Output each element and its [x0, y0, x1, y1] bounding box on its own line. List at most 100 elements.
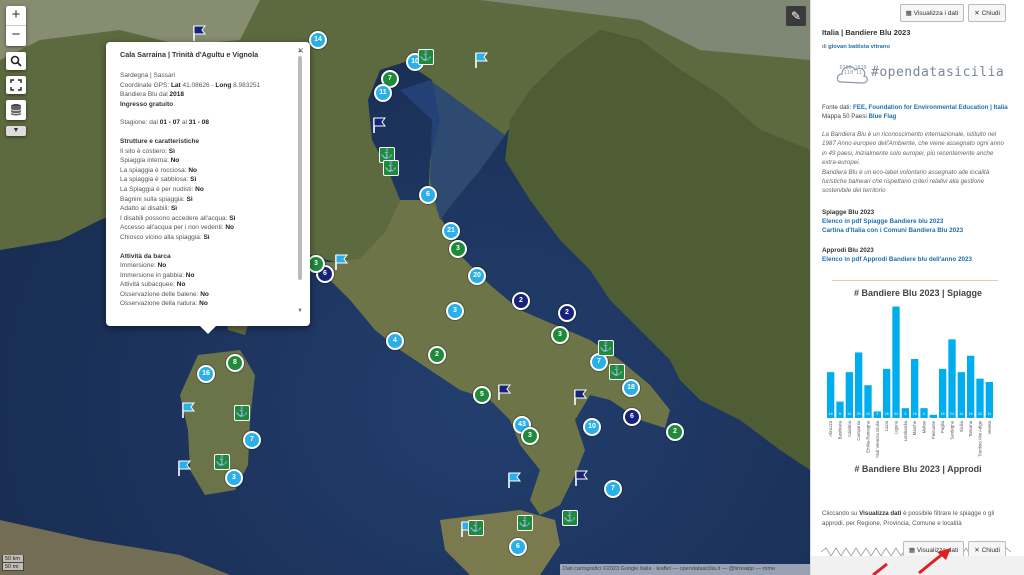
flag-pin-icon[interactable]	[177, 460, 191, 476]
bar-liguria[interactable]	[892, 306, 900, 418]
structure-row: Adatto ai disabili: Sì	[120, 205, 178, 213]
bar-lazio[interactable]	[883, 368, 891, 418]
cluster-marker[interactable]: 18	[622, 379, 640, 397]
cluster-marker[interactable]: 8	[226, 354, 244, 372]
flag-pin-icon[interactable]	[573, 389, 587, 405]
x-tick-label: Lombardia	[903, 420, 908, 441]
beaches-section: Spiagge Blu 2023 Elenco in pdf Spiagge B…	[822, 209, 964, 235]
boat-activity-row: Immersione: No	[120, 262, 167, 270]
popup-scrollbar[interactable]	[298, 56, 302, 280]
flag-pin-icon[interactable]	[334, 254, 348, 270]
boat-activity-row: Immersione in gabbia: No	[120, 271, 195, 279]
cluster-marker[interactable]: 6	[419, 186, 437, 204]
cluster-marker[interactable]: 3	[449, 240, 467, 258]
panel-footer-text: Cliccando su Visualizza dati è possibile…	[822, 510, 995, 527]
logo-bits: 0110 1010 110 11	[839, 65, 867, 76]
popup-entry: Ingresso gratuito	[120, 100, 174, 108]
ports-pdf-link[interactable]: Elenco in pdf Approdi Bandiere blu dell'…	[822, 255, 972, 264]
flag-pin-icon[interactable]	[372, 117, 386, 133]
cluster-marker[interactable]: 14	[309, 31, 327, 49]
structure-row: I disabili possono accedere all'acqua: S…	[120, 214, 236, 222]
marina-anchor-icon[interactable]: ⚓	[418, 49, 434, 65]
panel-sources: Fonte dati: FEE, Foundation for Environm…	[822, 104, 1008, 120]
marina-anchor-icon[interactable]: ⚓	[598, 340, 614, 356]
popup-flag-since: Bandiera Blu dal 2018	[120, 91, 184, 99]
beaches-pdf-link[interactable]: Elenco in pdf Spiagge Bandiere blu 2023	[822, 217, 963, 226]
flag-pin-icon[interactable]	[507, 472, 521, 488]
zoom-in-button[interactable]: +	[6, 6, 26, 26]
cluster-marker[interactable]: 11	[374, 84, 392, 102]
cluster-marker[interactable]: 6	[509, 538, 527, 556]
table-icon: ▦	[905, 10, 912, 17]
marina-anchor-icon[interactable]: ⚓	[234, 405, 250, 421]
flag-pin-icon[interactable]	[497, 384, 511, 400]
x-tick-label: Molise	[922, 420, 927, 433]
flag-pin-icon[interactable]	[574, 470, 588, 486]
panel-author: di giovan battista vitrano	[822, 44, 890, 50]
bar-value-label: 19	[969, 412, 973, 416]
marina-anchor-icon[interactable]: ⚓	[562, 510, 578, 526]
marina-anchor-icon[interactable]: ⚓	[468, 520, 484, 536]
cluster-marker[interactable]: 3	[446, 302, 464, 320]
bar-puglia[interactable]	[939, 368, 947, 418]
zoom-out-button[interactable]: −	[6, 26, 26, 46]
structure-row: La Spiaggia è per nudisti: No	[120, 185, 204, 193]
structure-row: Il sito è costiero: Sì	[120, 147, 175, 155]
bar-campania[interactable]	[855, 352, 863, 418]
cluster-marker[interactable]: 7	[604, 480, 622, 498]
flag-pin-icon[interactable]	[474, 52, 488, 68]
cluster-marker[interactable]: 2	[558, 304, 576, 322]
bar-value-label: 14	[829, 412, 833, 416]
bar-value-label: 5	[839, 412, 841, 416]
map-attribution[interactable]: Dati cartografici ©2023 Google Italia · …	[560, 564, 810, 575]
structure-row: Accesso all'acqua per i non vedenti: No	[120, 224, 234, 232]
marina-anchor-icon[interactable]: ⚓	[214, 454, 230, 470]
bar-marche[interactable]	[911, 359, 919, 418]
flag-pin-icon[interactable]	[192, 25, 206, 41]
bar-toscana[interactable]	[967, 355, 975, 418]
cluster-marker[interactable]: 3	[551, 326, 569, 344]
bar-value-label: 18	[913, 412, 917, 416]
cluster-marker[interactable]: 7	[243, 431, 261, 449]
cluster-marker[interactable]: 6	[623, 408, 641, 426]
structure-row: Bagnini sulla spiaggia: Sì	[120, 195, 193, 203]
cluster-marker[interactable]: 2	[512, 292, 530, 310]
cluster-marker[interactable]: 10	[583, 418, 601, 436]
marina-anchor-icon[interactable]: ⚓	[517, 515, 533, 531]
scroll-up-icon[interactable]: ▲	[297, 48, 303, 54]
fullscreen-button[interactable]	[6, 76, 26, 94]
beaches-map-link[interactable]: Cartina d'Italia con i Comuni Bandiera B…	[822, 226, 963, 235]
cluster-marker[interactable]: 4	[386, 332, 404, 350]
marina-anchor-icon[interactable]: ⚓	[383, 160, 399, 176]
bar-sardegna[interactable]	[948, 339, 956, 418]
view-data-button[interactable]: ▦ Visualizza i dati	[899, 4, 965, 22]
cluster-marker[interactable]: 3	[225, 469, 243, 487]
layers-button[interactable]	[6, 100, 26, 120]
close-panel-button[interactable]: ✕ Chiudi	[968, 4, 1006, 22]
opendatasicilia-logo: 0110 1010 110 11 #opendatasicilia	[833, 58, 1004, 92]
cluster-marker[interactable]: 20	[468, 267, 486, 285]
collapse-controls-button[interactable]: ▼	[6, 126, 26, 136]
cluster-marker[interactable]: 3	[521, 427, 539, 445]
cluster-marker[interactable]: 21	[442, 222, 460, 240]
panel-title: Italia | Bandiere Blu 2023	[822, 28, 911, 37]
red-arrow-icon	[918, 548, 951, 575]
cluster-marker[interactable]: 5	[473, 386, 491, 404]
boat-activity-row: Osservazione delle balene: No	[120, 290, 209, 298]
edit-button[interactable]: ✎	[786, 6, 806, 26]
search-button[interactable]	[6, 52, 26, 70]
search-icon	[10, 55, 22, 67]
map[interactable]: + − ▼ ✎ 14 10 7 11 6 21 3 20 3 2 2 3 4 2 6 3 16 8 7 5 7 18 6 2 4…	[0, 0, 810, 575]
structure-row: La spiaggia è rocciosa: No	[120, 166, 197, 174]
cluster-marker[interactable]: 16	[197, 365, 215, 383]
marina-anchor-icon[interactable]: ⚓	[609, 364, 625, 380]
blueflag-link[interactable]: Blue Flag	[868, 113, 896, 120]
cluster-marker[interactable]: 2	[428, 346, 446, 364]
x-tick-label: Toscana	[968, 420, 973, 437]
flag-pin-icon[interactable]	[181, 402, 195, 418]
scroll-down-icon[interactable]: ▼	[297, 308, 303, 314]
cluster-marker[interactable]: 2	[666, 423, 684, 441]
author-link[interactable]: giovan battista vitrano	[828, 44, 890, 50]
x-tick-label: Puglia	[940, 420, 945, 433]
source-link[interactable]: FEE, Foundation for Environmental Educat…	[853, 104, 1008, 111]
